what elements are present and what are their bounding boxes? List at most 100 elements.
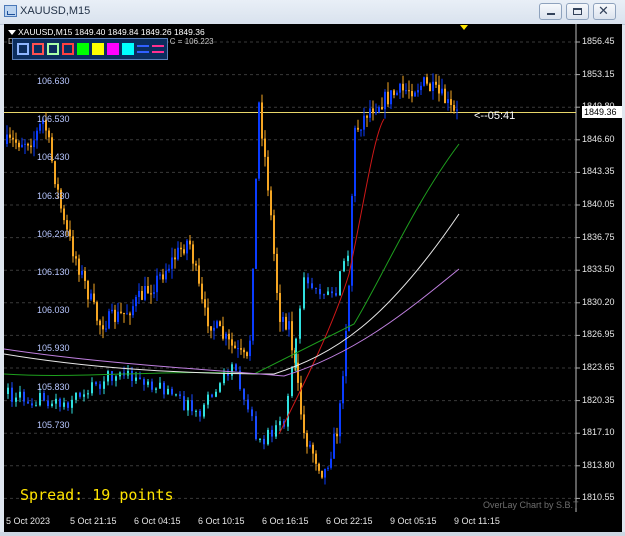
close-button[interactable]: ✕ <box>593 3 616 20</box>
maximize-button[interactable] <box>566 3 589 20</box>
overlay-body <box>43 393 45 401</box>
overlay-body <box>163 382 165 395</box>
candle-body <box>219 321 221 327</box>
overlay-body <box>151 381 153 390</box>
overlay-body <box>23 391 25 402</box>
candle-body <box>57 184 59 190</box>
candle-body <box>153 292 155 294</box>
toolbar-swatch-4[interactable] <box>62 43 74 55</box>
candle-body <box>447 99 449 104</box>
time-tick-label: 6 Oct 16:15 <box>262 516 309 526</box>
candle-body <box>39 123 41 131</box>
candle-body <box>186 240 188 254</box>
candle-body <box>33 140 35 148</box>
overlay-body <box>259 438 261 440</box>
toolbar-swatch-3[interactable] <box>47 43 59 55</box>
chart-canvas[interactable]: XAUUSD,M15 1849.40 1849.84 1849.26 1849.… <box>4 24 622 512</box>
toolbar-swatch-5[interactable] <box>77 43 89 55</box>
dropdown-triangle-icon[interactable] <box>8 30 16 36</box>
overlay-body <box>71 399 73 408</box>
overlay-body <box>55 398 57 404</box>
current-price-tag: 1849.36 <box>582 106 622 118</box>
price-tick-label: 1830.20 <box>582 296 615 307</box>
candle-body <box>318 463 320 471</box>
candle-body <box>423 77 425 86</box>
candle-body <box>435 81 437 85</box>
candle-body <box>339 403 341 437</box>
overlay-body <box>35 405 37 407</box>
candle-body <box>282 316 284 322</box>
overlay-body <box>75 392 77 400</box>
overlay-body <box>267 429 269 445</box>
price-tick-label: 1853.15 <box>582 68 615 79</box>
title-bar[interactable]: XAUUSD,M15 ✕ <box>0 0 625 25</box>
overlay-body <box>11 387 13 402</box>
price-tick-label: 1856.45 <box>582 36 615 46</box>
candle-body <box>6 134 8 144</box>
candle-body <box>129 313 131 316</box>
overlay-body <box>255 416 257 440</box>
candle-body <box>384 91 386 110</box>
status-strip <box>0 532 625 536</box>
toolbar-swatch-6[interactable] <box>92 43 104 55</box>
overlay-body <box>131 370 133 381</box>
overlay-body <box>111 371 113 381</box>
candle-body <box>171 257 173 269</box>
candle-body <box>450 99 452 105</box>
candle-body <box>117 311 119 322</box>
candle-body <box>63 208 65 221</box>
candle-body <box>303 414 305 433</box>
watermark: OverLay Chart by S.B.T <box>483 500 579 510</box>
overlay-body <box>103 381 105 389</box>
candle-body <box>426 77 428 84</box>
candle-body <box>270 190 272 216</box>
candle-body <box>12 137 14 140</box>
overlay-body <box>347 255 349 262</box>
overlay-body <box>311 283 313 288</box>
toolbar-swatch-2[interactable] <box>32 43 44 55</box>
overlay-body <box>203 404 205 417</box>
candle-body <box>144 285 146 300</box>
overlay-body <box>235 364 237 371</box>
toolbar-swatch-10[interactable] <box>152 45 164 53</box>
candle-body <box>213 327 215 331</box>
candle-body <box>21 144 23 148</box>
overlay-body <box>339 271 341 296</box>
candle-body <box>114 309 116 322</box>
price-tick-label: 1810.55 <box>582 492 615 503</box>
overlay-body <box>323 294 325 296</box>
candle-body <box>324 468 326 478</box>
candle-body <box>285 316 287 330</box>
toolbar-swatch-9[interactable] <box>137 45 149 53</box>
price-tick-label: 1826.95 <box>582 329 615 340</box>
toolbar-swatch-8[interactable] <box>122 43 134 55</box>
overlay-toolbar <box>12 38 168 60</box>
overlay-body <box>187 400 189 411</box>
overlay-body <box>99 384 101 389</box>
candle-body <box>48 130 50 138</box>
candle-body <box>354 127 356 197</box>
candle-body <box>360 129 362 131</box>
candle-body <box>345 330 347 377</box>
overlay-body <box>107 371 109 382</box>
overlay-body <box>51 403 53 407</box>
toolbar-swatch-1[interactable] <box>17 43 29 55</box>
toolbar-swatch-7[interactable] <box>107 43 119 55</box>
overlay-body <box>247 399 249 410</box>
price-tick-label: 1846.60 <box>582 133 615 144</box>
overlay-tick-label: 106.630 <box>37 76 70 86</box>
overlay-body <box>179 394 181 397</box>
overlay-tick-label: 106.530 <box>37 114 70 125</box>
minimize-button[interactable] <box>539 3 562 20</box>
candle-body <box>174 257 176 260</box>
overlay-body <box>263 438 265 445</box>
candle-body <box>363 115 365 130</box>
candle-body <box>405 90 407 92</box>
overlay-body <box>199 410 201 417</box>
candle-body <box>402 83 404 91</box>
shift-marker[interactable] <box>460 25 468 30</box>
candle-body <box>258 102 260 179</box>
candle-body <box>15 139 17 143</box>
time-tick-label: 5 Oct 21:15 <box>70 516 117 526</box>
price-chart[interactable] <box>4 24 622 512</box>
